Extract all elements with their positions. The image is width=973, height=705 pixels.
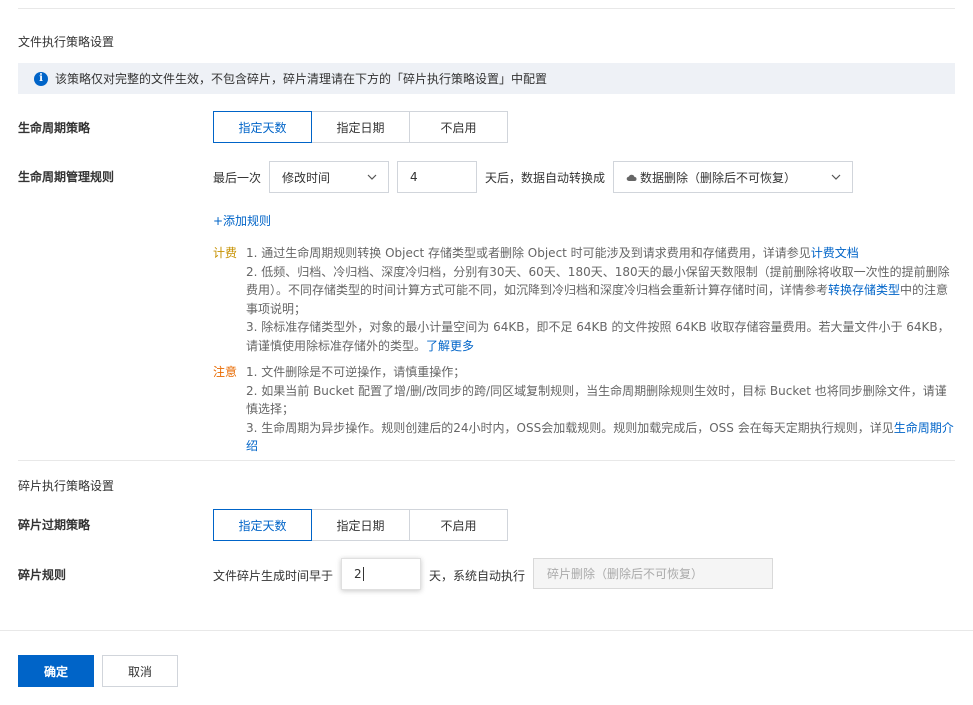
lifecycle-option-date[interactable]: 指定日期 [311,111,410,143]
cloud-icon [626,174,637,181]
lifecycle-days-value: 4 [410,170,418,184]
fragment-option-disabled[interactable]: 不启用 [409,509,508,541]
lifecycle-rule-middle-text: 天后，数据自动转换成 [485,171,606,185]
warn-notes: 注意 1. 文件删除是不可逆操作，请慎重操作； 2. 如果当前 Bucket 配… [213,363,963,453]
warn-note-item: 3. 生命周期为异步操作。规则创建后的24小时内，OSS会加载规则。规则加载完成… [246,420,954,454]
warn-note-item: 1. 文件删除是不可逆操作，请慎重操作； [246,365,466,379]
cancel-button[interactable]: 取消 [102,655,178,687]
fragment-policy-section-title: 碎片执行策略设置 [18,479,115,493]
fee-notes: 计费 1. 通过生命周期规则转换 Object 存储类型或者删除 Object … [213,244,963,364]
fee-notes-body: 1. 通过生命周期规则转换 Object 存储类型或者删除 Object 时可能… [246,244,956,355]
billing-doc-link[interactable]: 计费文档 [811,246,859,260]
info-alert-text: 该策略仅对完整的文件生效，不包含碎片，碎片清理请在下方的「碎片执行策略设置」中配… [55,72,548,86]
time-field-select[interactable]: 修改时间 [269,161,389,193]
fragment-option-days[interactable]: 指定天数 [213,509,312,541]
action-value: 数据删除（删除后不可恢复） [640,170,797,185]
lifecycle-rule-label: 生命周期管理规则 [18,170,115,184]
fragment-rule-prefix: 文件碎片生成时间早于 [213,569,334,583]
info-icon: i [34,71,48,86]
text-caret [362,567,364,581]
warn-tag: 注意 [213,365,238,379]
action-select[interactable]: 数据删除（删除后不可恢复） [613,161,853,193]
fee-tag: 计费 [213,246,238,260]
convert-storage-link[interactable]: 转换存储类型 [828,283,900,297]
lifecycle-option-days[interactable]: 指定天数 [213,111,312,143]
lifecycle-strategy-label: 生命周期策略 [18,121,91,135]
fragment-strategy-segmented: 指定天数 指定日期 不启用 [213,509,508,541]
chevron-down-icon [367,174,377,180]
section-divider [18,460,955,461]
file-policy-section-title: 文件执行策略设置 [18,35,115,49]
lifecycle-rule-prefix: 最后一次 [213,171,262,185]
top-divider [18,8,955,9]
fee-note-item: 3. 除标准存储类型外，对象的最小计量空间为 64KB，即不足 64KB 的文件… [246,320,950,353]
fee-note-item: 2. 低频、归档、冷归档、深度冷归档，分别有30天、60天、180天、180天的… [246,264,950,316]
confirm-button[interactable]: 确定 [18,655,94,687]
learn-more-link[interactable]: 了解更多 [426,339,474,353]
footer-divider [0,630,973,631]
lifecycle-strategy-segmented: 指定天数 指定日期 不启用 [213,111,508,143]
time-field-value: 修改时间 [282,170,331,185]
fee-note-item: 1. 通过生命周期规则转换 Object 存储类型或者删除 Object 时可能… [246,246,859,260]
warn-notes-body: 1. 文件删除是不可逆操作，请慎重操作； 2. 如果当前 Bucket 配置了增… [246,363,956,456]
chevron-down-icon [831,174,841,180]
warn-note-item: 2. 如果当前 Bucket 配置了增/删/改同步的跨/同区域复制规则，当生命周… [246,383,947,417]
fragment-action-select: 碎片删除（删除后不可恢复） [533,558,773,589]
fragment-days-value: 2 [354,567,362,581]
lifecycle-days-input[interactable]: 4 [397,161,477,193]
fragment-option-date[interactable]: 指定日期 [311,509,410,541]
fragment-expire-label: 碎片过期策略 [18,518,91,532]
lifecycle-option-disabled[interactable]: 不启用 [409,111,508,143]
fragment-days-input[interactable]: 2 [341,558,421,590]
fragment-rule-middle-text: 天，系统自动执行 [429,569,526,583]
add-rule-link[interactable]: +添加规则 [213,212,271,229]
fragment-rule-label: 碎片规则 [18,568,67,582]
info-alert: i 该策略仅对完整的文件生效，不包含碎片，碎片清理请在下方的「碎片执行策略设置」… [18,63,955,94]
